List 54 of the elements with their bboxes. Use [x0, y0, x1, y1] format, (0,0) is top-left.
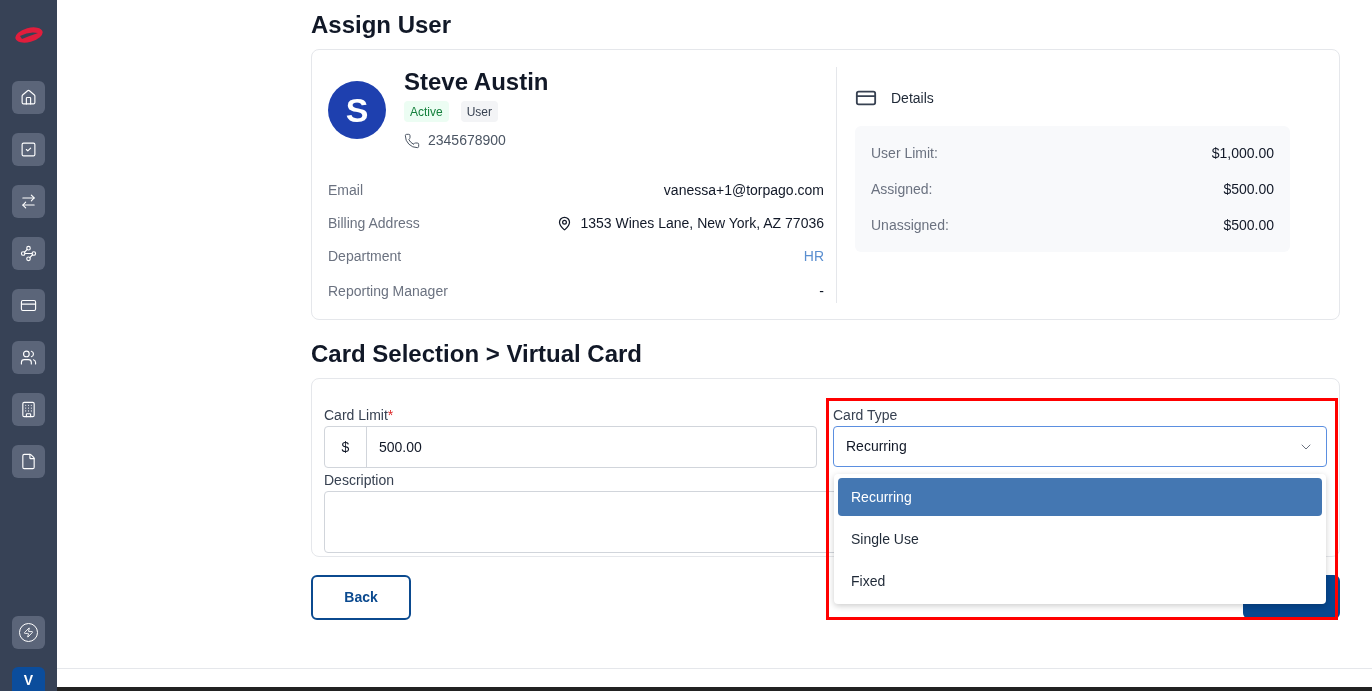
field-value: vanessa+1@torpago.com — [663, 181, 824, 200]
field-label: Billing Address — [328, 214, 420, 233]
field-label: Description — [324, 471, 395, 489]
checkbox-icon — [20, 141, 37, 158]
dropdown-option[interactable]: Fixed — [838, 562, 1322, 600]
building-icon — [20, 401, 37, 418]
user-avatar: S — [328, 81, 386, 139]
dropdown-option[interactable]: Single Use — [838, 520, 1322, 558]
arrows-icon — [20, 193, 37, 210]
phone-number: 2345678900 — [428, 131, 506, 150]
home-icon — [20, 89, 37, 106]
card-icon — [20, 297, 37, 314]
field-value: 1353 Wines Lane, New York, AZ 77036 — [580, 214, 824, 233]
role-badge: User — [460, 101, 499, 122]
dropdown-option[interactable]: Recurring — [838, 478, 1322, 516]
field-label: Department — [328, 247, 402, 266]
nav-button[interactable] — [12, 393, 45, 426]
nav-button[interactable] — [12, 133, 45, 166]
nav-button[interactable] — [12, 341, 45, 374]
card-limit-field[interactable]: $ 500.00 — [324, 426, 817, 468]
nav-button[interactable] — [12, 81, 45, 114]
user-name: Steve Austin — [404, 67, 549, 97]
detail-value: $1,000.00 — [1211, 144, 1274, 163]
nav-button[interactable] — [12, 237, 45, 270]
field-label: Card Type — [833, 406, 898, 424]
currency-prefix: $ — [325, 427, 367, 467]
details-title: Details — [891, 88, 934, 108]
nav-button[interactable] — [12, 445, 45, 478]
route-icon — [20, 245, 37, 262]
detail-value: $500.00 — [1223, 216, 1274, 235]
location-icon — [557, 216, 573, 231]
activity-button[interactable] — [12, 616, 45, 649]
card-limit-input[interactable]: 500.00 — [367, 427, 816, 467]
page-title: Assign User — [311, 10, 452, 40]
detail-label: Unassigned: — [871, 216, 949, 235]
field-value: - — [819, 281, 824, 301]
section-title: Card Selection > Virtual Card — [311, 339, 642, 369]
detail-label: Assigned: — [871, 180, 933, 199]
nav-button[interactable] — [12, 289, 45, 322]
document-icon — [20, 453, 37, 470]
back-button[interactable]: Back — [311, 575, 411, 620]
card-type-select[interactable]: Recurring — [833, 426, 1327, 467]
field-label: Reporting Manager — [328, 281, 448, 301]
logo-icon — [13, 24, 44, 46]
users-icon — [20, 349, 37, 366]
field-label: Card Limit — [324, 406, 388, 424]
field-label: Email — [328, 181, 363, 200]
account-avatar[interactable]: V — [12, 667, 45, 691]
nav-button[interactable] — [12, 185, 45, 218]
required-mark: * — [387, 406, 394, 424]
status-badge: Active — [404, 101, 449, 122]
detail-value: $500.00 — [1223, 180, 1274, 199]
phone-icon — [404, 132, 420, 149]
detail-label: User Limit: — [871, 144, 938, 163]
